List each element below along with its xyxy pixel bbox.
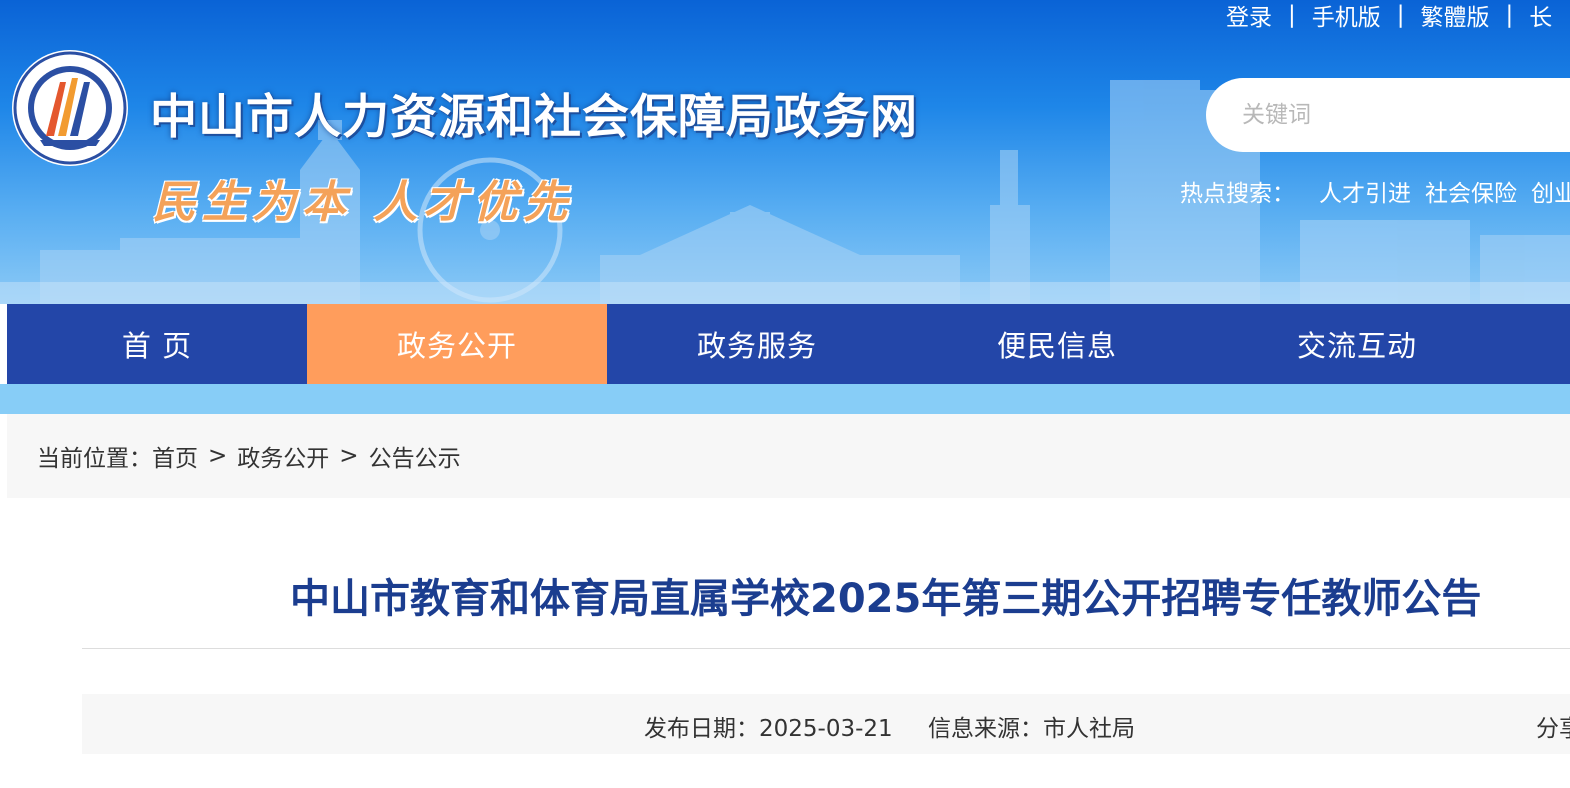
site-slogan: 民生为本 人才优先 [152, 177, 574, 228]
top-links: 登录 | 手机版 | 繁體版 | 长 [1226, 0, 1552, 32]
title-divider [82, 648, 1570, 649]
article-meta: 发布日期：2025-03-21 信息来源：市人社局 分享 [82, 694, 1570, 754]
login-link[interactable]: 登录 [1226, 0, 1272, 32]
search-input[interactable] [1206, 78, 1570, 152]
nav-item-government-affairs[interactable]: 政务公开 [307, 304, 607, 384]
breadcrumb-label: 当前位置： [37, 446, 152, 472]
publish-date: 发布日期：2025-03-21 [644, 716, 893, 742]
breadcrumb-separator: > [208, 443, 228, 469]
breadcrumb-separator: > [339, 443, 359, 469]
nav-item-public-info[interactable]: 便民信息 [907, 304, 1207, 384]
elderly-version-link[interactable]: 长 [1529, 0, 1552, 32]
site-title: 中山市人力资源和社会保障局政务网 [150, 90, 918, 145]
hot-search-item[interactable]: 创业 [1531, 174, 1570, 208]
main-nav: 首 页 政务公开 政务服务 便民信息 交流互动 [7, 304, 1570, 384]
breadcrumb-item-announcements[interactable]: 公告公示 [369, 439, 461, 473]
mobile-version-link[interactable]: 手机版 [1312, 0, 1381, 32]
share-button[interactable]: 分享 [1536, 709, 1570, 743]
city-skyline-illustration [0, 80, 1570, 304]
top-link-separator: | [1288, 2, 1296, 28]
nav-under-band [0, 384, 1570, 414]
hot-search-item[interactable]: 社会保险 [1425, 174, 1517, 208]
top-link-separator: | [1396, 2, 1405, 28]
hot-search-item[interactable]: 人才引进 [1319, 174, 1411, 208]
traditional-chinese-link[interactable]: 繁體版 [1421, 0, 1490, 32]
breadcrumb-item-government-affairs[interactable]: 政务公开 [237, 439, 329, 473]
nav-item-government-services[interactable]: 政务服务 [607, 304, 907, 384]
article-title: 中山市教育和体育局直属学校2025年第三期公开招聘专任教师公告 [290, 576, 1482, 622]
breadcrumb-item-home[interactable]: 首页 [152, 439, 198, 473]
nav-item-home[interactable]: 首 页 [7, 304, 307, 384]
nav-item-interaction[interactable]: 交流互动 [1207, 304, 1507, 384]
top-link-separator: | [1505, 2, 1514, 28]
bureau-emblem-icon [12, 50, 128, 166]
info-source: 信息来源：市人社局 [928, 716, 1135, 742]
header-banner: 登录 | 手机版 | 繁體版 | 长 中山市人力资源和社会保障局政务网 民生为本… [0, 0, 1570, 304]
breadcrumb: 当前位置： 首页 > 政务公开 > 公告公示 [7, 414, 1570, 498]
hot-search-label: 热点搜索： [1180, 181, 1295, 207]
hot-search: 热点搜索： 人才引进 社会保险 创业 [1180, 174, 1570, 208]
